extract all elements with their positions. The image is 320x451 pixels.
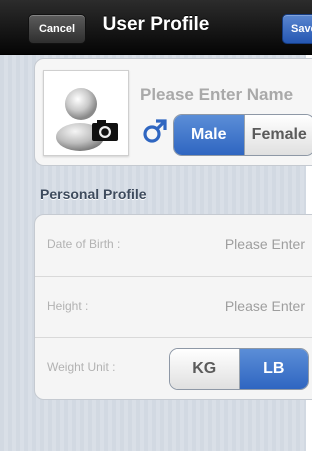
height-row[interactable]: Height : Please Enter: [35, 276, 312, 337]
weight-unit-label: Weight Unit :: [47, 360, 116, 374]
height-label: Height :: [47, 299, 89, 313]
weight-unit-segmented-control: KG LB: [169, 348, 309, 390]
gender-male-option[interactable]: Male: [174, 115, 244, 155]
weight-unit-lb-option[interactable]: LB: [239, 349, 308, 389]
avatar-photo-button[interactable]: [43, 70, 129, 156]
user-silhouette-with-camera-icon: [56, 88, 118, 151]
height-field[interactable]: Please Enter: [225, 298, 305, 314]
date-of-birth-label: Date of Birth :: [47, 237, 121, 251]
name-input[interactable]: Please Enter Name: [140, 85, 293, 105]
date-of-birth-field[interactable]: Please Enter: [225, 236, 305, 252]
date-of-birth-row[interactable]: Date of Birth : Please Enter: [35, 215, 312, 275]
gender-female-option[interactable]: Female: [243, 115, 312, 155]
navigation-bar: Cancel User Profile Save: [0, 0, 312, 55]
save-button[interactable]: Save: [282, 14, 312, 44]
personal-profile-group: Date of Birth : Please Enter Height : Pl…: [34, 214, 312, 400]
male-symbol-icon: [143, 119, 167, 143]
weight-unit-kg-option[interactable]: KG: [170, 349, 240, 389]
gender-segmented-control: Male Female: [173, 114, 312, 156]
page-title: User Profile: [102, 14, 210, 35]
app-screen: Cancel User Profile Save: [0, 0, 312, 451]
weight-unit-row: Weight Unit : KG LB: [35, 337, 312, 398]
section-header-personal-profile: Personal Profile: [40, 186, 147, 202]
